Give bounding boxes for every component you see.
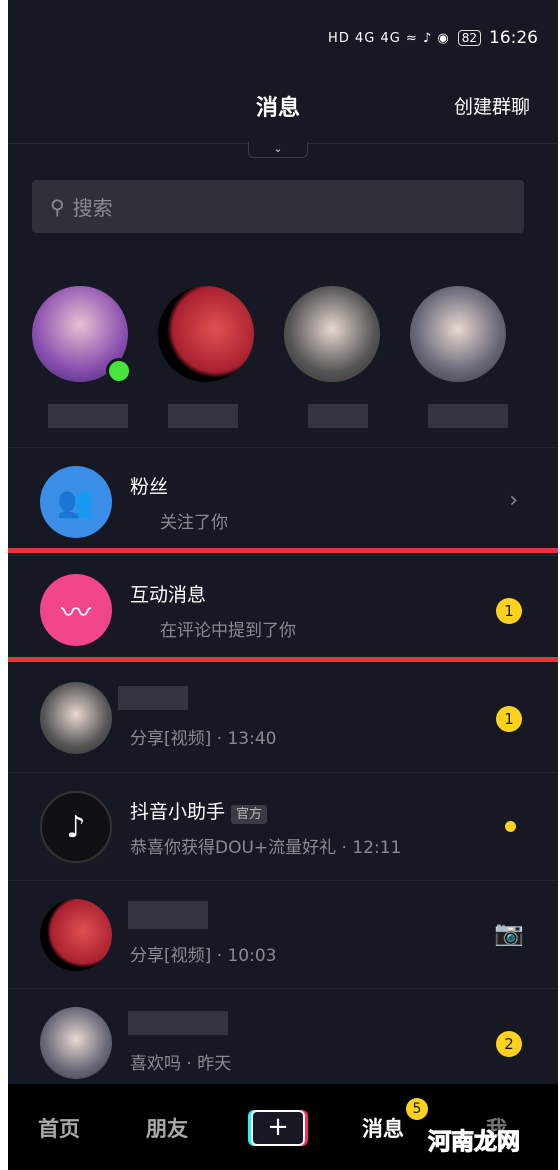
tiktok-icon: ♪ — [40, 791, 112, 863]
status-bar: HD 4G 4G ≈ ♪ ◉ 82 16:26 — [328, 28, 538, 48]
blurred-name — [118, 686, 188, 710]
messages-badge: 5 — [406, 1098, 428, 1120]
avatar — [40, 682, 112, 754]
chevron-right-icon: › — [509, 488, 518, 513]
blurred-name — [428, 404, 508, 428]
create-post-button[interactable]: + — [251, 1110, 305, 1146]
highlight-box — [8, 548, 558, 662]
status-icons: HD 4G 4G ≈ ♪ ◉ — [328, 30, 450, 46]
row-name: 粉丝 — [130, 476, 169, 498]
avatar[interactable] — [32, 286, 132, 384]
list-item-fans[interactable]: 👥 粉丝 关注了你 › — [8, 448, 558, 556]
avatar[interactable] — [284, 286, 380, 382]
unread-badge: 1 — [496, 706, 522, 732]
blurred-name — [168, 404, 238, 428]
fans-icon: 👥 — [40, 466, 112, 538]
avatar[interactable] — [158, 286, 254, 382]
row-sub: 分享[视频] · 13:40 — [130, 729, 277, 749]
blurred-name — [128, 1011, 228, 1035]
list-item-chat[interactable]: 分享[视频] · 13:40 1 — [8, 664, 558, 772]
tab-messages[interactable]: 消息 — [362, 1113, 404, 1143]
camera-icon[interactable]: 📷 — [494, 919, 524, 947]
list-item-assistant[interactable]: ♪ 抖音小助手 官方 恭喜你获得DOU+流量好礼 · 12:11 — [8, 773, 558, 881]
screen: HD 4G 4G ≈ ♪ ◉ 82 16:26 消息 创建群聊 ⌄ ⚲ 搜索 👥… — [8, 0, 558, 1170]
avatar — [40, 899, 112, 971]
unread-badge: 2 — [496, 1031, 522, 1057]
chevron-down-icon[interactable]: ⌄ — [248, 142, 308, 158]
blurred-name — [308, 404, 368, 428]
friends-avatars — [32, 286, 506, 384]
assistant-name: 抖音小助手 — [130, 801, 226, 823]
search-placeholder: 搜索 — [72, 196, 113, 220]
row-sub: 关注了你 — [160, 513, 228, 533]
row-sub: 恭喜你获得DOU+流量好礼 · 12:11 — [130, 838, 402, 858]
watermark: 河南龙网 — [428, 1129, 521, 1156]
tab-friends[interactable]: 朋友 — [146, 1113, 188, 1143]
list-item-chat[interactable]: 分享[视频] · 10:03 📷 — [8, 881, 558, 989]
blurred-name — [48, 404, 128, 428]
clock: 16:26 — [489, 28, 538, 48]
row-sub: 分享[视频] · 10:03 — [130, 946, 277, 966]
search-icon: ⚲ — [50, 194, 65, 219]
online-indicator — [106, 358, 132, 384]
battery-icon: 82 — [457, 30, 481, 46]
search-input[interactable]: ⚲ 搜索 — [32, 180, 524, 233]
row-sub: 喜欢吗 · 昨天 — [130, 1054, 232, 1074]
unread-dot — [505, 821, 516, 832]
blurred-name — [128, 901, 208, 929]
avatar — [40, 1007, 112, 1079]
list-item-chat[interactable]: 喜欢吗 · 昨天 2 — [8, 989, 558, 1097]
official-tag: 官方 — [231, 805, 268, 824]
tab-home[interactable]: 首页 — [38, 1113, 80, 1143]
row-name: 抖音小助手 官方 — [130, 797, 268, 824]
create-group-button[interactable]: 创建群聊 — [454, 92, 530, 119]
avatar[interactable] — [410, 286, 506, 382]
